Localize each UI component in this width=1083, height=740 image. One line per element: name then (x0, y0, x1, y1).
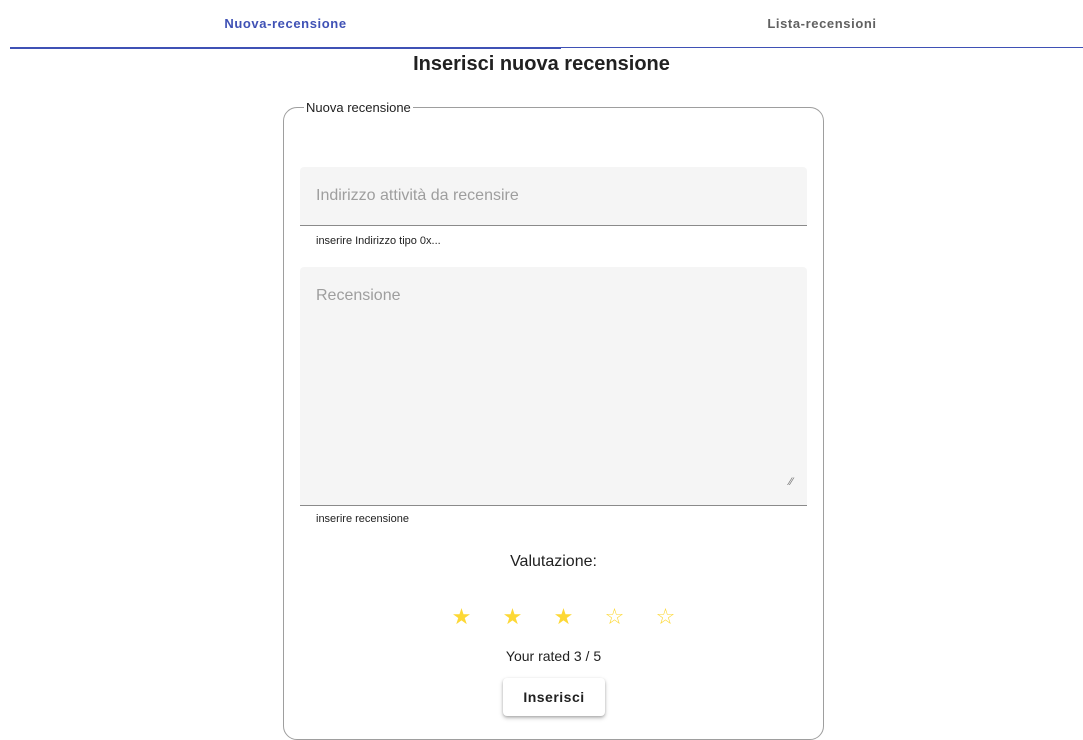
review-hint: inserire recensione (316, 513, 409, 525)
resize-handle-icon[interactable]: ⁄⁄ (789, 476, 793, 488)
star-3-filled-icon[interactable]: ★ (538, 602, 589, 632)
rating-label: Valutazione: (510, 553, 597, 570)
address-hint: inserire Indirizzo tipo 0x... (316, 235, 441, 247)
active-tab-indicator (10, 47, 561, 49)
star-rating: ★ ★ ★ ☆ ☆ (436, 602, 691, 632)
star-2-filled-icon[interactable]: ★ (487, 602, 538, 632)
rating-status-text: Your rated 3 / 5 (505, 648, 602, 664)
address-field (300, 167, 807, 226)
star-4-empty-icon[interactable]: ☆ (589, 602, 640, 632)
page-title: Inserisci nuova recensione (413, 53, 670, 75)
tab-lista-recensioni[interactable]: Lista-recensioni (561, 0, 1083, 46)
review-field: ⁄⁄ (300, 267, 807, 506)
address-input[interactable] (300, 167, 807, 225)
star-5-empty-icon[interactable]: ☆ (640, 602, 691, 632)
submit-button[interactable]: Inserisci (503, 678, 605, 716)
star-1-filled-icon[interactable]: ★ (436, 602, 487, 632)
review-textarea[interactable] (300, 267, 807, 497)
tab-bar: Nuova-recensione Lista-recensioni (10, 0, 1083, 49)
tab-nuova-recensione[interactable]: Nuova-recensione (10, 0, 561, 46)
form-legend: Nuova recensione (306, 100, 411, 115)
